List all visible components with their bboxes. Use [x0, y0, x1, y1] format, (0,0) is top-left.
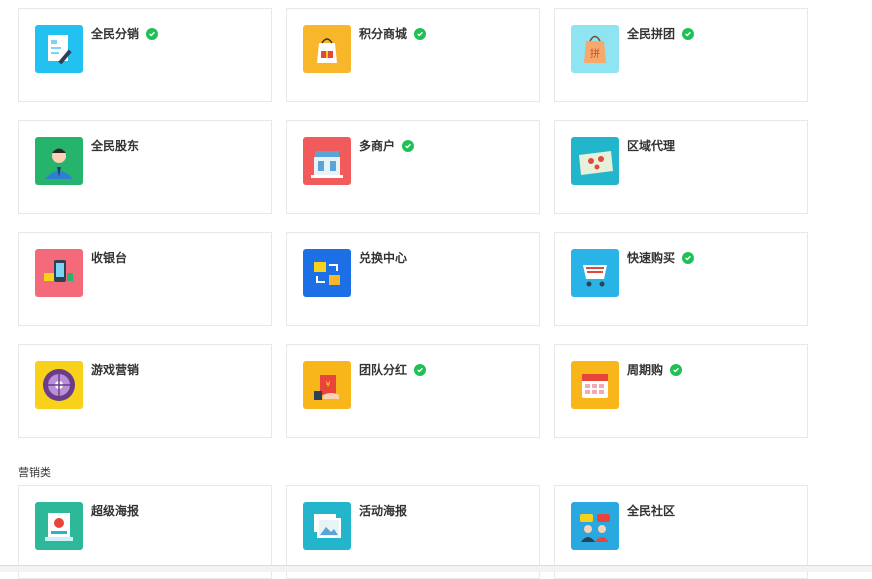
app-name: 全民分销 [91, 27, 140, 41]
app-name: 全民社区 [627, 504, 676, 518]
shareholder-icon [35, 137, 83, 185]
app-name: 区域代理 [627, 139, 676, 153]
multi-merchant-icon [303, 137, 351, 185]
community-icon [571, 502, 619, 550]
app-name: 收银台 [91, 251, 128, 265]
app-name: 游戏营销 [91, 363, 140, 377]
app-name: 团队分红 [359, 363, 408, 377]
wechat-check-icon [414, 28, 427, 40]
app-title-row: 游戏营销 [91, 363, 139, 377]
game-marketing-icon [35, 361, 83, 409]
svg-text:拼: 拼 [590, 47, 600, 60]
wechat-check-icon [402, 140, 415, 152]
team-dividend-icon: ¥ [303, 361, 351, 409]
app-card[interactable]: 游戏营销 [18, 344, 272, 438]
app-card[interactable]: ¥ 团队分红 [286, 344, 540, 438]
activity-poster-icon [303, 502, 351, 550]
app-title-row: 兑换中心 [359, 251, 407, 265]
app-name: 超级海报 [91, 504, 140, 518]
svg-text:¥: ¥ [325, 380, 330, 389]
app-card[interactable]: 积分商城 [286, 8, 540, 102]
app-title-row: 区域代理 [627, 139, 675, 153]
app-name: 兑换中心 [359, 251, 408, 265]
points-mall-icon [303, 25, 351, 73]
app-title-row: 快速购买 [627, 251, 695, 265]
wechat-check-icon [682, 252, 695, 264]
app-title-row: 全民股东 [91, 139, 139, 153]
app-title-row: 活动海报 [359, 504, 407, 518]
regional-agent-icon [571, 137, 619, 185]
app-title-row: 全民社区 [627, 504, 675, 518]
app-name: 全民拼团 [627, 27, 676, 41]
app-name: 快速购买 [627, 251, 676, 265]
app-title-row: 收银台 [91, 251, 127, 265]
app-card[interactable]: 区域代理 [554, 120, 808, 214]
super-poster-icon [35, 502, 83, 550]
section-label-marketing: 营销类 [18, 467, 51, 479]
wechat-check-icon [414, 364, 427, 376]
app-title-row: 全民拼团 [627, 27, 695, 41]
app-name: 多商户 [359, 139, 396, 153]
app-name: 活动海报 [359, 504, 408, 518]
app-title-row: 团队分红 [359, 363, 427, 377]
app-name: 周期购 [627, 363, 664, 377]
app-card[interactable]: 多商户 [286, 120, 540, 214]
app-card[interactable]: 全民分销 [18, 8, 272, 102]
quick-buy-icon [571, 249, 619, 297]
app-card[interactable]: 兑换中心 [286, 232, 540, 326]
wechat-check-icon [146, 28, 159, 40]
distribution-icon [35, 25, 83, 73]
app-title-row: 积分商城 [359, 27, 427, 41]
app-title-row: 超级海报 [91, 504, 139, 518]
wechat-check-icon [682, 28, 695, 40]
app-card[interactable]: 收银台 [18, 232, 272, 326]
cashier-icon [35, 249, 83, 297]
app-name: 全民股东 [91, 139, 140, 153]
app-title-row: 全民分销 [91, 27, 159, 41]
app-card[interactable]: 拼 全民拼团 [554, 8, 808, 102]
app-title-row: 多商户 [359, 139, 415, 153]
app-card[interactable]: 全民股东 [18, 120, 272, 214]
app-card[interactable]: 快速购买 [554, 232, 808, 326]
app-title-row: 周期购 [627, 363, 683, 377]
wechat-check-icon [670, 364, 683, 376]
cycle-purchase-icon [571, 361, 619, 409]
group-buy-icon: 拼 [571, 25, 619, 73]
app-name: 积分商城 [359, 27, 408, 41]
app-card[interactable]: 周期购 [554, 344, 808, 438]
exchange-center-icon [303, 249, 351, 297]
